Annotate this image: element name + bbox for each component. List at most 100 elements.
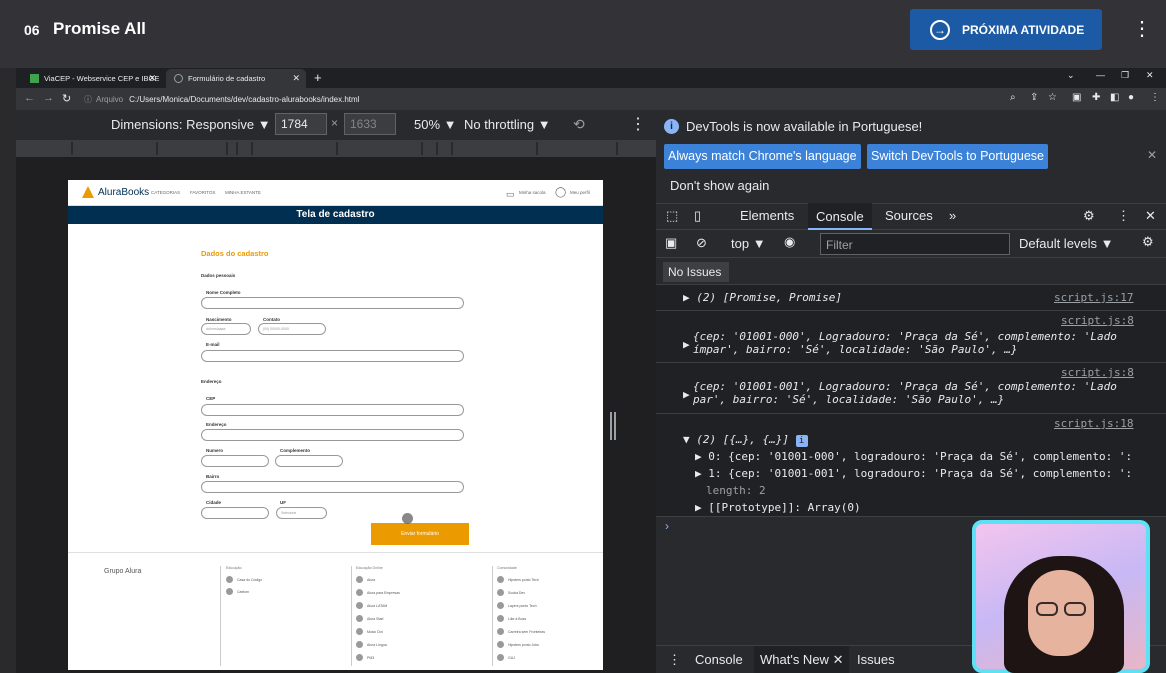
settings-gear-icon[interactable]: ⚙: [1083, 208, 1095, 224]
dimensions-select[interactable]: Dimensions: Responsive ▼: [111, 117, 271, 132]
log-entry-result-array[interactable]: ▼ (2) [{…}, {…}] i: [683, 433, 808, 447]
drawer-menu-icon[interactable]: ⋮: [668, 652, 681, 668]
switch-language-button[interactable]: Switch DevTools to Portuguese: [867, 144, 1049, 169]
email-input[interactable]: [201, 350, 464, 362]
share-icon[interactable]: ⇪: [1030, 92, 1038, 103]
devtools-close-icon[interactable]: ✕: [1145, 208, 1156, 224]
nav-perfil[interactable]: Meu perfil: [570, 190, 590, 195]
console-prompt-icon[interactable]: ›: [665, 519, 669, 533]
log-source-link[interactable]: script.js:8: [1061, 314, 1134, 327]
next-activity-button[interactable]: → PRÓXIMA ATIVIDADE: [910, 9, 1102, 50]
footer-link[interactable]: Music Dot: [356, 628, 383, 635]
new-tab-icon[interactable]: +: [314, 70, 322, 85]
log-source-link[interactable]: script.js:17: [1054, 291, 1133, 304]
footer-link[interactable]: Alura: [356, 576, 375, 583]
bookmark-star-icon[interactable]: ☆: [1048, 92, 1057, 103]
console-filter-input[interactable]: Filter: [820, 233, 1010, 255]
tab-search-icon[interactable]: ⌄: [1067, 70, 1075, 81]
clear-console-icon[interactable]: ⊘: [696, 235, 707, 251]
zoom-icon[interactable]: ⌕: [1010, 92, 1016, 103]
browser-tab-viacep[interactable]: ViaCEP - Webservice CEP e IBGE ✕: [22, 69, 162, 88]
minimize-icon[interactable]: —: [1096, 70, 1105, 80]
rotate-icon[interactable]: ⟲: [573, 116, 585, 133]
footer-link[interactable]: Alura para Empresas: [356, 589, 400, 596]
contato-input[interactable]: (00) 00000-0000: [258, 323, 326, 335]
footer-link[interactable]: Alura LATAM: [356, 602, 387, 609]
footer-link[interactable]: Layers ponto Tech: [497, 602, 537, 609]
tab-sources[interactable]: Sources: [885, 208, 933, 223]
log-levels-select[interactable]: Default levels ▼: [1019, 236, 1114, 251]
no-issues-badge[interactable]: No Issues: [663, 262, 729, 282]
sidebar-toggle-icon[interactable]: ▣: [665, 235, 677, 251]
nav-categorias[interactable]: CATEGORIAS: [151, 190, 180, 195]
live-expression-eye-icon[interactable]: ◉: [784, 234, 795, 250]
device-toggle-icon[interactable]: ▯: [694, 208, 701, 224]
nav-favoritos[interactable]: FAVORITOS: [190, 190, 215, 195]
log-entry-cep-000[interactable]: ▶ {cep: '01001-000', Logradouro: 'Praça …: [683, 330, 1117, 356]
complemento-input[interactable]: [275, 455, 343, 467]
footer-link[interactable]: Like a Boss: [497, 615, 526, 622]
media-query-ruler[interactable]: [16, 140, 656, 157]
inspect-element-icon[interactable]: ⬚: [666, 208, 678, 224]
width-input[interactable]: 1784: [275, 113, 327, 135]
infobar-close-icon[interactable]: ✕: [1147, 148, 1157, 162]
console-settings-icon[interactable]: ⚙: [1142, 234, 1154, 250]
puzzle-icon[interactable]: ✚: [1092, 92, 1100, 103]
zoom-select[interactable]: 50% ▼: [414, 117, 457, 132]
nav-estante[interactable]: MINHA ESTANTE: [225, 190, 261, 195]
nascimento-input[interactable]: dd/mm/aaaa: [201, 323, 251, 335]
close-tab-icon[interactable]: ✕: [292, 73, 300, 84]
window-close-icon[interactable]: ✕: [1146, 70, 1154, 81]
tab-console[interactable]: Console: [808, 203, 872, 230]
cidade-input[interactable]: [201, 507, 269, 519]
url-field[interactable]: ⓘ Arquivo C:/Users/Monica/Documents/dev/…: [84, 91, 1064, 107]
extension-icon[interactable]: ▣: [1072, 92, 1081, 103]
sidebar-icon[interactable]: ◧: [1110, 92, 1119, 103]
drawer-tab-issues[interactable]: Issues: [857, 652, 895, 667]
drawer-tab-whats-new[interactable]: What's New ✕: [754, 646, 850, 673]
footer-link[interactable]: Caelum: [226, 588, 249, 595]
more-options-icon[interactable]: ⋮: [1132, 16, 1152, 42]
footer-link[interactable]: Hipsters ponto Jobs: [497, 641, 539, 648]
footer-link[interactable]: Alura Start: [356, 615, 384, 622]
footer-link[interactable]: GUJ: [497, 654, 515, 661]
nome-input[interactable]: [201, 297, 464, 309]
footer-link[interactable]: Alura Língua: [356, 641, 387, 648]
throttle-select[interactable]: No throttling ▼: [464, 117, 551, 132]
numero-input[interactable]: [201, 455, 269, 467]
devtools-menu-icon[interactable]: ⋮: [1117, 208, 1130, 224]
endereco-input[interactable]: [201, 429, 464, 441]
array-item-0[interactable]: ▶ 0: {cep: '01001-000', logradouro: 'Pra…: [695, 450, 1132, 463]
footer-link[interactable]: Casa do Código: [226, 576, 262, 583]
log-source-link[interactable]: script.js:8: [1061, 366, 1134, 379]
log-entry-promise-array[interactable]: ▶ (2) [Promise, Promise]: [683, 291, 842, 304]
log-source-link[interactable]: script.js:18: [1054, 417, 1133, 430]
forward-icon[interactable]: →: [43, 92, 54, 104]
array-prototype[interactable]: ▶ [[Prototype]]: Array(0): [695, 501, 861, 514]
cep-input[interactable]: [201, 404, 464, 416]
footer-link[interactable]: Scuba Dev: [497, 589, 525, 596]
footer-link[interactable]: Carreira sem Fronteiras: [497, 628, 545, 635]
dont-show-again-link[interactable]: Don't show again: [670, 178, 769, 193]
more-tabs-icon[interactable]: »: [949, 208, 956, 223]
array-item-1[interactable]: ▶ 1: {cep: '01001-001', logradouro: 'Pra…: [695, 467, 1132, 480]
restore-icon[interactable]: ❐: [1121, 70, 1129, 81]
browser-tab-formulario[interactable]: Formulário de cadastro ✕: [166, 69, 306, 88]
tab-elements[interactable]: Elements: [740, 208, 794, 223]
height-input[interactable]: 1633: [344, 113, 396, 135]
nav-sacola[interactable]: Minha sacola: [519, 190, 546, 195]
close-tab-icon[interactable]: ✕: [148, 73, 156, 84]
resize-handle[interactable]: [610, 412, 616, 440]
uf-select[interactable]: Selecione: [276, 507, 327, 519]
bairro-input[interactable]: [201, 481, 464, 493]
reload-icon[interactable]: ↻: [62, 92, 71, 105]
profile-avatar-icon[interactable]: ●: [1128, 92, 1134, 103]
drawer-tab-console[interactable]: Console: [695, 652, 743, 667]
submit-button[interactable]: Enviar formulário: [371, 523, 469, 545]
log-entry-cep-001[interactable]: ▶ {cep: '01001-001', Logradouro: 'Praça …: [683, 380, 1117, 406]
browser-menu-icon[interactable]: ⋮: [1150, 92, 1160, 103]
footer-link[interactable]: PM3: [356, 654, 374, 661]
bag-icon[interactable]: ▭: [506, 189, 515, 200]
footer-link[interactable]: Hipsters ponto Tech: [497, 576, 539, 583]
user-icon[interactable]: ◯: [555, 187, 566, 198]
